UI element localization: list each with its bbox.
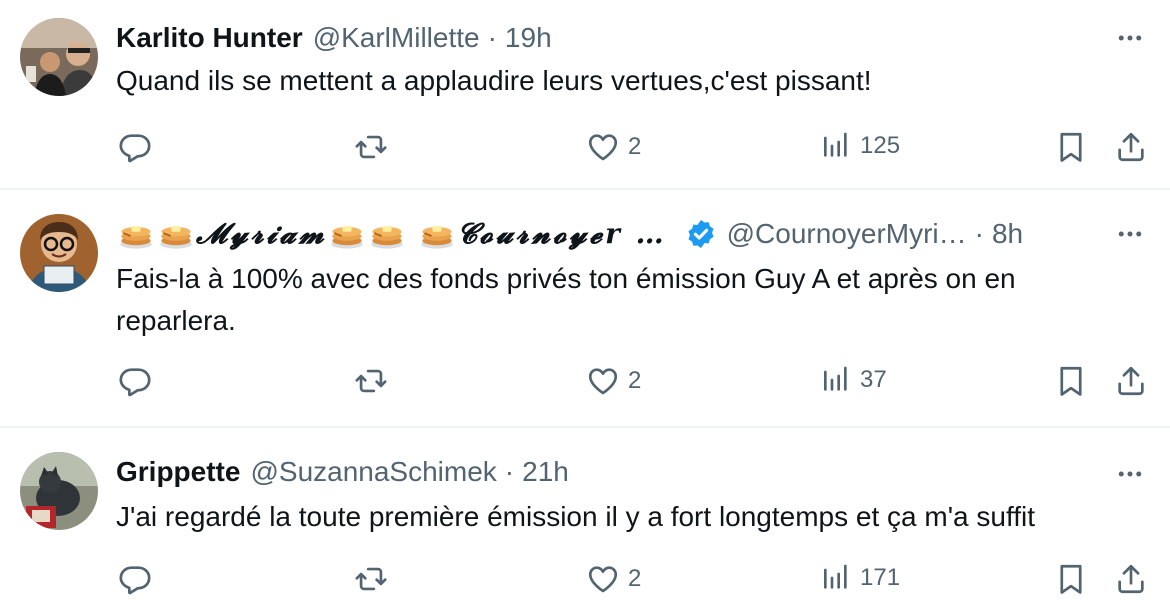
avatar[interactable] (20, 18, 98, 96)
tweet-grippette[interactable]: Grippette @SuzannaSchimek · 21h J'ai reg… (0, 428, 1170, 616)
views-count: 171 (860, 564, 901, 591)
tweet-header: 𝓜𝔂𝓻𝓲𝓪𝓶 𝓒𝓸𝓾𝓻𝓷𝓸𝔂𝓮r … @CournoyerMyri… · 8h (116, 216, 1078, 252)
views-button[interactable]: 171 (820, 562, 900, 594)
pancakes-emoji (158, 216, 194, 252)
retweet-icon (354, 130, 388, 164)
user-handle[interactable]: @KarlMillette (313, 22, 480, 54)
heart-icon (586, 364, 620, 398)
bookmark-icon (1054, 130, 1088, 164)
reply-button[interactable] (118, 130, 152, 164)
avatar[interactable] (20, 452, 98, 530)
retweet-button[interactable] (354, 364, 388, 398)
verified-badge (685, 218, 717, 250)
like-count: 2 (628, 565, 642, 592)
like-button[interactable]: 2 (586, 562, 641, 596)
bookmark-icon (1054, 562, 1088, 596)
retweet-button[interactable] (354, 130, 388, 164)
more-button[interactable] (1112, 216, 1148, 252)
tweet-actions: 2 37 (0, 364, 1170, 408)
more-button[interactable] (1112, 20, 1148, 56)
share-button[interactable] (1114, 364, 1148, 398)
separator-dot: · (504, 456, 515, 487)
more-icon (1115, 219, 1145, 249)
views-count: 37 (860, 366, 887, 393)
tweet-header: Karlito Hunter @KarlMillette · 19h (116, 20, 1080, 56)
separator-dot: · (487, 22, 497, 53)
tweet-header: Grippette @SuzannaSchimek · 21h (116, 454, 1080, 490)
share-button[interactable] (1114, 130, 1148, 164)
views-count: 125 (860, 132, 901, 159)
bookmark-button[interactable] (1054, 364, 1088, 398)
share-icon (1114, 562, 1148, 596)
bookmark-button[interactable] (1054, 562, 1088, 596)
verified-badge-icon (685, 218, 717, 250)
heart-icon (586, 562, 620, 596)
retweet-icon (354, 562, 388, 596)
timestamp[interactable]: 8h (992, 218, 1023, 250)
pancakes-emoji (369, 216, 405, 252)
like-count: 2 (628, 367, 642, 394)
user-handle[interactable]: @SuzannaSchimek (250, 456, 496, 488)
more-icon (1115, 23, 1145, 53)
tweet-actions: 2 125 (0, 124, 1170, 168)
share-button[interactable] (1114, 562, 1148, 596)
tweet-karlito[interactable]: Karlito Hunter @KarlMillette · 19h Quand… (0, 0, 1170, 190)
reply-icon (118, 364, 152, 398)
replies-feed: Karlito Hunter @KarlMillette · 19h Quand… (0, 0, 1170, 616)
like-count: 2 (628, 133, 642, 160)
separator-dot: · (974, 218, 984, 249)
pancakes-emoji (329, 216, 365, 252)
avatar[interactable] (20, 214, 98, 292)
display-name[interactable]: Karlito Hunter (116, 22, 303, 54)
more-button[interactable] (1112, 456, 1148, 492)
views-icon (820, 130, 852, 162)
share-icon (1114, 364, 1148, 398)
tweet-actions: 2 171 (0, 562, 1170, 606)
bookmark-button[interactable] (1054, 130, 1088, 164)
tweet-text: Quand ils se mettent a applaudire leurs … (116, 65, 872, 96)
tweet-text: Fais-la à 100% avec des fonds privés ton… (116, 263, 1016, 336)
timestamp[interactable]: 21h (522, 456, 569, 488)
tweet-myriam[interactable]: 𝓜𝔂𝓻𝓲𝓪𝓶 𝓒𝓸𝓾𝓻𝓷𝓸𝔂𝓮r … @CournoyerMyri… · 8h … (0, 190, 1170, 428)
views-button[interactable]: 37 (820, 364, 887, 396)
views-icon (820, 364, 852, 396)
display-name[interactable]: 𝓜𝔂𝓻𝓲𝓪𝓶 𝓒𝓸𝓾𝓻𝓷𝓸𝔂𝓮r … (116, 216, 667, 252)
like-button[interactable]: 2 (586, 364, 641, 398)
display-name-part2: 𝓒𝓸𝓾𝓻𝓷𝓸𝔂𝓮r … (456, 217, 667, 250)
reply-button[interactable] (118, 364, 152, 398)
views-button[interactable]: 125 (820, 130, 900, 162)
views-icon (820, 562, 852, 594)
retweet-button[interactable] (354, 562, 388, 596)
more-icon (1115, 459, 1145, 489)
display-name[interactable]: Grippette (116, 456, 240, 488)
like-button[interactable]: 2 (586, 130, 641, 164)
bookmark-icon (1054, 364, 1088, 398)
reply-icon (118, 562, 152, 596)
display-name-part1: 𝓜𝔂𝓻𝓲𝓪𝓶 (196, 217, 327, 250)
share-icon (1114, 130, 1148, 164)
user-handle[interactable]: @CournoyerMyri… (727, 218, 967, 250)
pancakes-emoji (118, 216, 154, 252)
pancakes-emoji (419, 216, 455, 252)
reply-icon (118, 130, 152, 164)
heart-icon (586, 130, 620, 164)
retweet-icon (354, 364, 388, 398)
tweet-text: J'ai regardé la toute première émission … (116, 501, 1036, 532)
timestamp[interactable]: 19h (505, 22, 552, 54)
reply-button[interactable] (118, 562, 152, 596)
